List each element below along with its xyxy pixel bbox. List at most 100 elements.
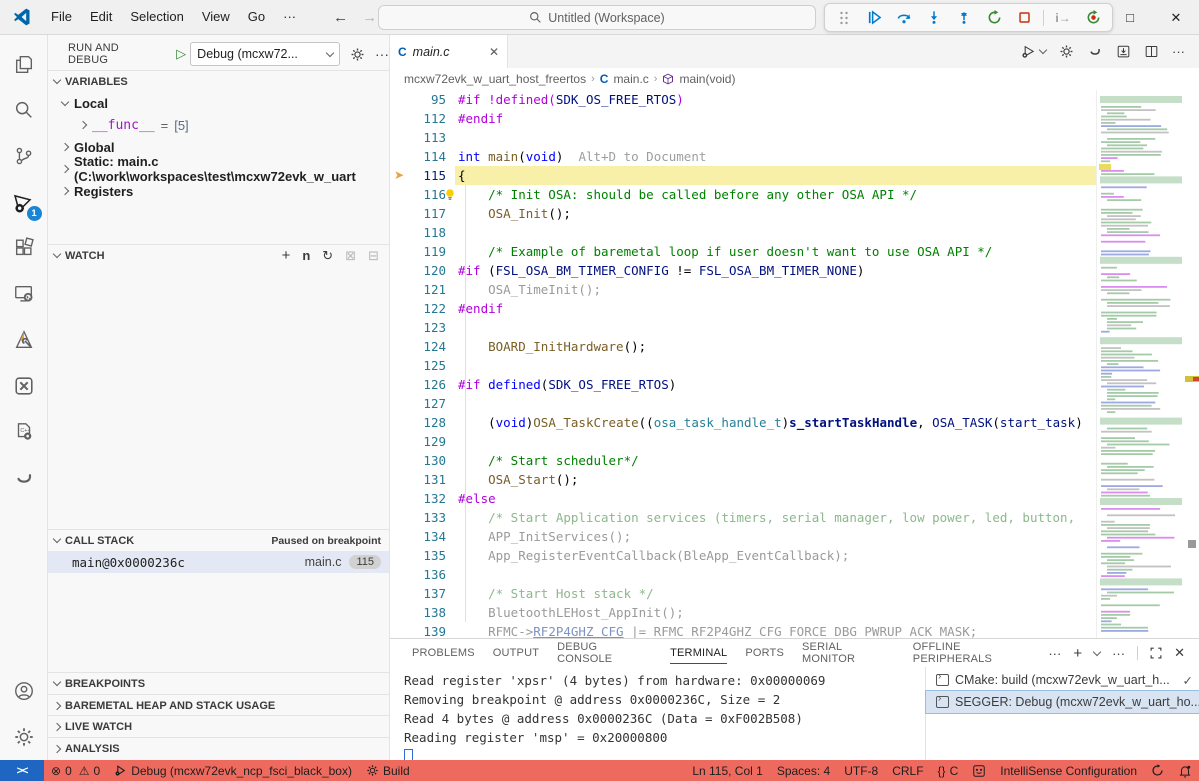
- tab-main-c[interactable]: C main.c ✕: [390, 35, 508, 68]
- editor-settings-gear-icon[interactable]: [1059, 44, 1074, 59]
- section-header-analysis[interactable]: ANALYSIS: [48, 737, 389, 759]
- menu-item-moremoremore[interactable]: ···: [274, 5, 305, 29]
- panel-tab-serial-monitor[interactable]: SERIAL MONITOR: [794, 639, 903, 667]
- accounts-icon[interactable]: [4, 668, 44, 714]
- breadcrumb-folder[interactable]: mcxw72evk_w_uart_host_freertos: [404, 72, 586, 86]
- code-line-127[interactable]: 127: [390, 394, 1199, 413]
- code-line-129[interactable]: 129: [390, 432, 1199, 451]
- code-line-95[interactable]: 95#if !defined(SDK_OS_FREE_RTOS): [390, 90, 1199, 109]
- new-terminal-icon[interactable]: +: [1073, 645, 1082, 662]
- code-line-124[interactable]: 124 BOARD_InitHardware();: [390, 337, 1199, 356]
- menu-item-file[interactable]: File: [42, 5, 81, 29]
- extensions-icon[interactable]: [4, 225, 44, 271]
- forward-arrow-icon[interactable]: →: [362, 9, 377, 26]
- sidebar-more-actions-icon[interactable]: ···: [375, 46, 389, 62]
- minimap[interactable]: [1096, 90, 1199, 638]
- step-out-icon[interactable]: [951, 6, 977, 30]
- code-line-132[interactable]: 132#else: [390, 489, 1199, 508]
- code-line-118[interactable]: 118: [390, 223, 1199, 242]
- tab-close-icon[interactable]: ✕: [489, 45, 499, 59]
- maximize-panel-icon[interactable]: [1150, 647, 1162, 659]
- step-instruction-icon[interactable]: i→: [1050, 6, 1076, 30]
- variables-tree-row[interactable]: __func__ = [5]: [48, 114, 389, 136]
- code-line-130[interactable]: 130 /* Start scheduler*/: [390, 451, 1199, 470]
- menu-item-edit[interactable]: Edit: [81, 5, 121, 29]
- section-header-breakpoints[interactable]: BREAKPOINTS: [48, 672, 389, 694]
- cursor-position-status[interactable]: Ln 115, Col 1: [685, 760, 770, 781]
- encoding-status[interactable]: UTF-8: [837, 760, 885, 781]
- build-button[interactable]: Build: [359, 760, 417, 781]
- overview-ruler[interactable]: [1185, 90, 1199, 638]
- watch-section-header[interactable]: WATCH + n ↻ ⊠ ⊟: [48, 244, 389, 266]
- step-over-icon[interactable]: [891, 6, 917, 30]
- code-line-138[interactable]: 138 BluetoothLEHost_AppInit();: [390, 603, 1199, 622]
- code-line-119[interactable]: 119 /* Example of baremetal loop if user…: [390, 242, 1199, 261]
- code-line-134[interactable]: 134 APP_InitServices();: [390, 527, 1199, 546]
- code-line-112[interactable]: 112#endif: [390, 109, 1199, 128]
- debug-config-dropdown[interactable]: Debug (mcxw72...: [190, 42, 340, 66]
- start-debug-icon[interactable]: ▷: [176, 46, 186, 62]
- remote-indicator[interactable]: ><: [0, 760, 44, 781]
- panel-tabs-overflow-icon[interactable]: ···: [1048, 646, 1061, 661]
- eol-status[interactable]: CRLF: [885, 760, 930, 781]
- variables-tree-row[interactable]: Local: [48, 92, 389, 114]
- command-center-search[interactable]: Untitled (Workspace): [378, 5, 816, 30]
- feedback-smiley-icon[interactable]: [965, 760, 993, 781]
- toolbar-drag-grip[interactable]: [831, 6, 857, 30]
- project-config-icon[interactable]: C++: [4, 409, 44, 455]
- terminal-dropdown-icon[interactable]: [1093, 647, 1101, 655]
- panel-tab-offline-peripherals[interactable]: OFFLINE PERIPHERALS: [905, 639, 1047, 667]
- code-line-114[interactable]: 114int main(void) Alt+D to Document: [390, 147, 1199, 166]
- problems-status[interactable]: ⊗0 ⚠0: [44, 760, 107, 781]
- panel-tab-ports[interactable]: PORTS: [737, 639, 792, 667]
- code-line-121[interactable]: 121 OSA_TimeInit();: [390, 280, 1199, 299]
- step-into-icon[interactable]: [921, 6, 947, 30]
- watch-add-icon[interactable]: +: [282, 247, 291, 264]
- panel-tab-terminal[interactable]: TERMINAL: [662, 639, 735, 667]
- back-arrow-icon[interactable]: ←: [333, 9, 348, 26]
- watch-refresh-icon[interactable]: ↻: [322, 248, 333, 264]
- code-line-137[interactable]: 137 /* Start Host stack */: [390, 584, 1199, 603]
- section-header-live-watch[interactable]: LIVE WATCH: [48, 715, 389, 737]
- close-panel-icon[interactable]: ✕: [1174, 645, 1185, 661]
- language-status[interactable]: {}C: [931, 760, 966, 781]
- run-and-debug-icon[interactable]: 1: [4, 179, 44, 225]
- code-line-126[interactable]: 126#if defined(SDK_OS_FREE_RTOS): [390, 375, 1199, 394]
- code-line-122[interactable]: 122#endif: [390, 299, 1199, 318]
- explorer-icon[interactable]: [4, 41, 44, 87]
- menu-item-go[interactable]: Go: [239, 5, 274, 29]
- code-line-128[interactable]: 128 (void)OSA_TaskCreate((osa_task_handl…: [390, 413, 1199, 432]
- section-header-baremetal-heap-and-stack-usage[interactable]: BAREMETAL HEAP AND STACK USAGE: [48, 694, 389, 716]
- reset-device-icon[interactable]: [1080, 6, 1106, 30]
- code-editor[interactable]: 95#if !defined(SDK_OS_FREE_RTOS)112#endi…: [390, 90, 1199, 638]
- split-editor-icon[interactable]: [1144, 44, 1159, 59]
- sync-icon[interactable]: [1144, 760, 1171, 781]
- code-line-135[interactable]: 135 App_RegisterEventCallback(BleApp_Eve…: [390, 546, 1199, 565]
- stop-icon[interactable]: [1011, 6, 1037, 30]
- terminal-session-item[interactable]: SEGGER: Debug (mcxw72evk_w_uart_ho...: [926, 691, 1199, 713]
- menu-item-view[interactable]: View: [193, 5, 239, 29]
- code-line-117[interactable]: 117 OSA_Init();: [390, 204, 1199, 223]
- terminal-output[interactable]: Read register 'xpsr' (4 bytes) from hard…: [390, 667, 925, 760]
- settings-gear-icon[interactable]: [4, 714, 44, 760]
- variables-section-header[interactable]: VARIABLES: [48, 70, 389, 92]
- run-or-debug-icon[interactable]: [1020, 44, 1046, 60]
- call-stack-frame[interactable]: main@0x0000236c main.c 115: [48, 551, 389, 573]
- code-line-116[interactable]: 116 /* Init OSA: should be called before…: [390, 185, 1199, 204]
- code-line-113[interactable]: 113: [390, 128, 1199, 147]
- code-line-120[interactable]: 120#if (FSL_OSA_BM_TIMER_CONFIG != FSL_O…: [390, 261, 1199, 280]
- breadcrumb-file[interactable]: main.c: [613, 72, 648, 86]
- peripherals-icon[interactable]: [4, 455, 44, 501]
- close-button[interactable]: ✕: [1153, 0, 1199, 35]
- indentation-status[interactable]: Spaces: 4: [770, 760, 837, 781]
- code-line-123[interactable]: 123: [390, 318, 1199, 337]
- search-sidebar-icon[interactable]: [4, 87, 44, 133]
- panel-tab-debug-console[interactable]: DEBUG CONSOLE: [549, 639, 660, 667]
- panel-tab-output[interactable]: OUTPUT: [485, 639, 547, 667]
- mcux-quick-action-icon[interactable]: [1087, 44, 1103, 59]
- code-line-125[interactable]: 125: [390, 356, 1199, 375]
- terminal-session-item[interactable]: CMake: build (mcxw72evk_w_uart_h...✓: [926, 669, 1199, 691]
- intellisense-status[interactable]: IntelliSense Configuration: [993, 760, 1144, 781]
- panel-more-actions-icon[interactable]: ···: [1112, 646, 1125, 661]
- maximize-button[interactable]: □: [1107, 0, 1153, 35]
